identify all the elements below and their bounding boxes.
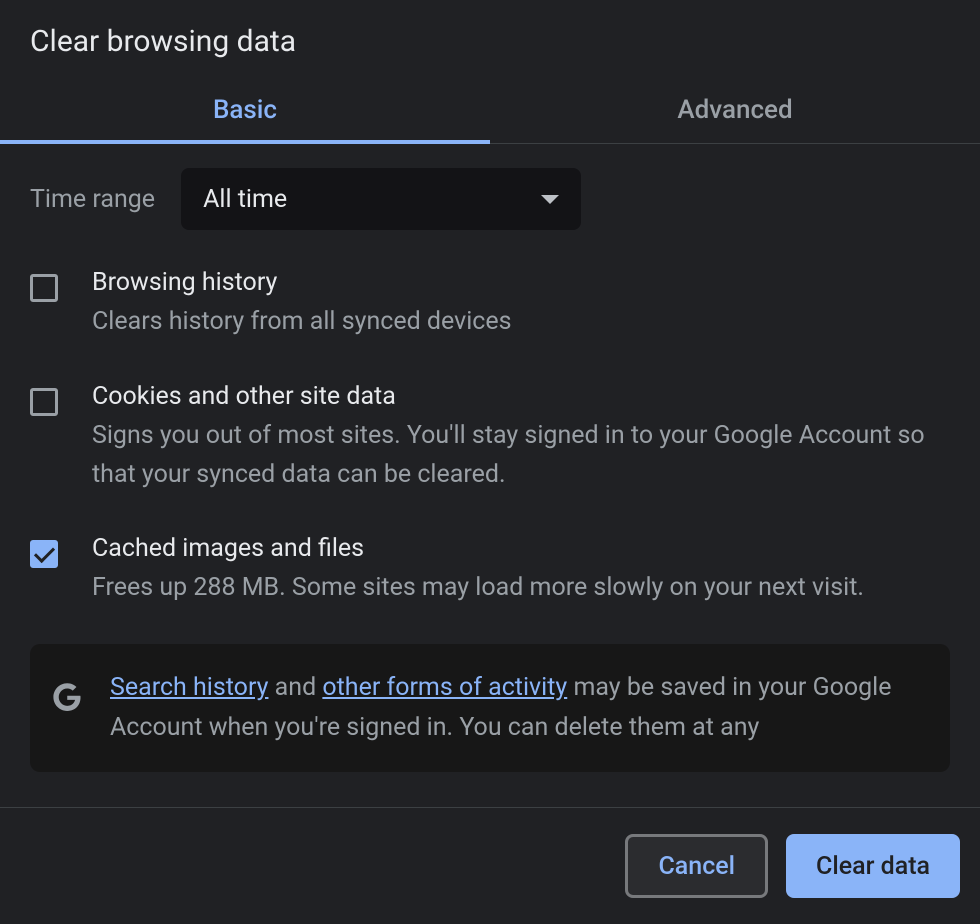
tab-bar: Basic Advanced <box>0 79 980 144</box>
option-title: Cached images and files <box>92 534 864 563</box>
option-text: Browsing history Clears history from all… <box>92 268 512 342</box>
checkbox-cookies[interactable] <box>30 388 58 416</box>
option-cache: Cached images and files Frees up 288 MB.… <box>0 514 980 628</box>
dialog-content: Time range All time Browsing history Cle… <box>0 144 980 807</box>
option-title: Cookies and other site data <box>92 382 950 411</box>
dialog-title: Clear browsing data <box>0 0 980 79</box>
time-range-select[interactable]: All time <box>181 168 581 230</box>
option-description: Clears history from all synced devices <box>92 303 512 342</box>
cancel-button[interactable]: Cancel <box>625 834 768 898</box>
clear-browsing-data-dialog: Clear browsing data Basic Advanced Time … <box>0 0 980 924</box>
option-text: Cookies and other site data Signs you ou… <box>92 382 950 495</box>
search-history-link[interactable]: Search history <box>110 673 268 702</box>
time-range-label: Time range <box>30 185 155 214</box>
dialog-footer: Cancel Clear data <box>0 807 980 924</box>
option-description: Frees up 288 MB. Some sites may load mor… <box>92 569 864 608</box>
other-activity-link[interactable]: other forms of activity <box>322 673 567 702</box>
option-browsing-history: Browsing history Clears history from all… <box>0 248 980 362</box>
checkbox-browsing-history[interactable] <box>30 274 58 302</box>
option-cookies: Cookies and other site data Signs you ou… <box>0 362 980 515</box>
info-mid1: and <box>268 673 322 702</box>
option-description: Signs you out of most sites. You'll stay… <box>92 417 950 495</box>
option-text: Cached images and files Frees up 288 MB.… <box>92 534 864 608</box>
google-logo-icon <box>50 680 84 714</box>
time-range-row: Time range All time <box>0 144 980 248</box>
checkbox-cache[interactable] <box>30 540 58 568</box>
tab-advanced[interactable]: Advanced <box>490 79 980 143</box>
google-account-info: Search history and other forms of activi… <box>30 644 950 772</box>
info-text: Search history and other forms of activi… <box>110 668 930 748</box>
time-range-value: All time <box>203 185 287 214</box>
clear-data-button[interactable]: Clear data <box>786 834 960 898</box>
chevron-down-icon <box>541 195 559 204</box>
tab-basic[interactable]: Basic <box>0 79 490 143</box>
option-title: Browsing history <box>92 268 512 297</box>
